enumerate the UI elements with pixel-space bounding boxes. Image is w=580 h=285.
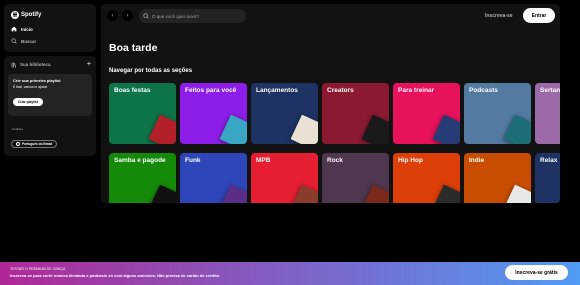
spotify-logo[interactable]: Spotify — [11, 11, 41, 19]
category-tile[interactable]: Relax — [535, 153, 560, 203]
create-playlist-title: Crie sua primeira playlist — [13, 78, 61, 83]
nav-search[interactable]: Buscar — [11, 38, 36, 44]
create-playlist-button[interactable]: Criar playlist — [13, 98, 43, 106]
login-button[interactable]: Entrar — [523, 8, 555, 23]
category-tile[interactable]: Feitos para você — [180, 83, 247, 144]
category-tile-label: Lançamentos — [256, 87, 298, 94]
premium-title: TESTAR O PREMIUM DE GRAÇA — [10, 267, 66, 271]
nav-search-label: Buscar — [21, 38, 37, 44]
category-tile-label: Sertanejo — [540, 87, 560, 94]
category-tile[interactable]: Samba e pagode — [109, 153, 176, 203]
cookies-link[interactable]: Cookies — [12, 127, 23, 131]
category-cover-art — [361, 114, 389, 144]
category-tile-label: Feitos para você — [185, 87, 237, 94]
library-panel: Sua biblioteca + Crie sua primeira playl… — [4, 56, 96, 156]
category-tile-label: Funk — [185, 157, 201, 164]
category-tile[interactable]: Para treinar — [393, 83, 460, 144]
category-tile-label: Samba e pagode — [114, 157, 166, 164]
signup-link[interactable]: Inscreva-se — [485, 13, 513, 19]
forward-button[interactable]: › — [122, 10, 133, 21]
language-label: Português do Brasil — [22, 142, 53, 146]
nav-home[interactable]: Início — [11, 26, 33, 32]
create-playlist-subtitle: É fácil, vamos te ajudar — [13, 85, 48, 89]
search-icon — [11, 38, 17, 44]
category-tile[interactable]: Hip Hop — [393, 153, 460, 203]
search-bar[interactable] — [139, 9, 246, 23]
spotify-icon — [11, 11, 19, 19]
top-bar: ‹ › Inscreva-se Entrar — [101, 4, 560, 30]
category-cover-art — [361, 184, 389, 203]
library-header: Sua biblioteca + — [11, 61, 91, 68]
category-tile[interactable]: Rock — [322, 153, 389, 203]
category-tile[interactable]: Indie — [464, 153, 531, 203]
category-cover-art — [290, 114, 318, 144]
chevron-right-icon: › — [126, 12, 129, 19]
category-tile-label: Boas festas — [114, 87, 151, 94]
category-tile-label: Podcasts — [469, 87, 498, 94]
chevron-left-icon: ‹ — [111, 12, 114, 19]
logo-text: Spotify — [21, 12, 42, 18]
category-cover-art — [503, 114, 531, 144]
free-signup-button[interactable]: Inscreva-se grátis — [505, 265, 568, 280]
category-cover-art — [503, 184, 531, 203]
category-cover-art — [219, 114, 247, 144]
page-title: Boa tarde — [109, 42, 158, 54]
category-tile[interactable]: Funk — [180, 153, 247, 203]
search-icon — [143, 13, 149, 19]
home-icon — [11, 26, 17, 32]
category-cover-art — [290, 184, 318, 203]
category-tile[interactable]: Podcasts — [464, 83, 531, 144]
premium-subtitle: Inscreva-se para curtir música ilimitada… — [10, 273, 221, 278]
search-input[interactable] — [152, 13, 242, 19]
section-title: Navegar por todas as seções — [109, 68, 193, 74]
category-tile[interactable]: Boas festas — [109, 83, 176, 144]
create-playlist-card: Crie sua primeira playlist É fácil, vamo… — [8, 74, 92, 116]
category-cover-art — [432, 184, 460, 203]
globe-icon — [16, 142, 20, 146]
category-tile-label: Relax — [540, 157, 558, 164]
category-tile-label: Rock — [327, 157, 343, 164]
category-tile-label: Para treinar — [398, 87, 435, 94]
category-tile-label: Hip Hop — [398, 157, 423, 164]
library-icon — [11, 62, 17, 68]
back-button[interactable]: ‹ — [107, 10, 118, 21]
category-tile[interactable]: Lançamentos — [251, 83, 318, 144]
category-cover-art — [432, 114, 460, 144]
category-tile-label: MPB — [256, 157, 271, 164]
nav-home-label: Início — [21, 26, 33, 32]
language-button[interactable]: Português do Brasil — [11, 140, 58, 148]
category-tile-label: Creators — [327, 87, 354, 94]
add-playlist-icon[interactable]: + — [87, 61, 91, 68]
main-content: ‹ › Inscreva-se Entrar Boa tarde Navegar… — [101, 4, 560, 203]
category-cover-art — [219, 184, 247, 203]
category-tile-label: Indie — [469, 157, 485, 164]
library-title: Sua biblioteca — [20, 62, 51, 67]
sidebar-nav: Spotify Início Buscar — [4, 4, 96, 52]
category-tile[interactable]: Sertanejo — [535, 83, 560, 144]
library-toggle[interactable]: Sua biblioteca — [11, 62, 51, 68]
category-cover-art — [148, 114, 176, 144]
category-cover-art — [148, 184, 176, 203]
category-tile[interactable]: MPB — [251, 153, 318, 203]
premium-banner[interactable]: TESTAR O PREMIUM DE GRAÇA Inscreva-se pa… — [0, 262, 580, 285]
category-tile[interactable]: Creators — [322, 83, 389, 144]
